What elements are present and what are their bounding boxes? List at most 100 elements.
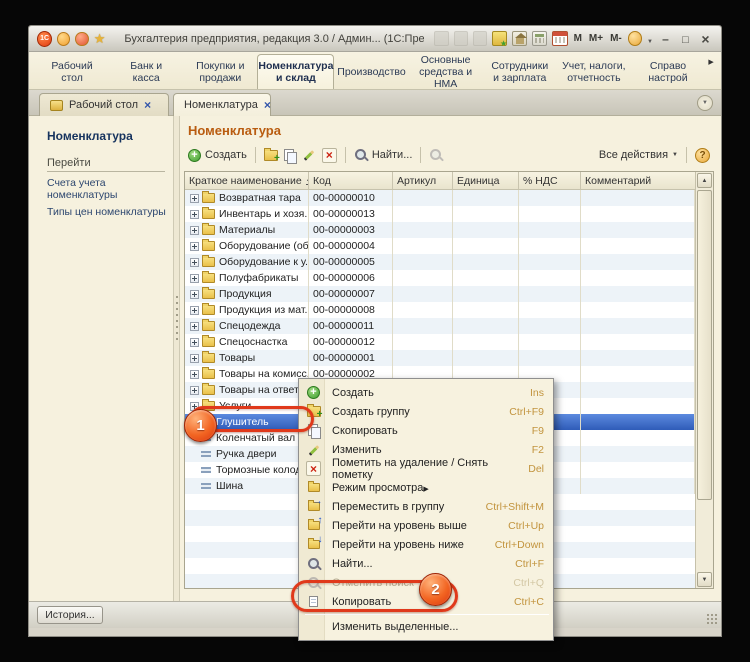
expand-icon[interactable] [190,354,199,363]
table-row[interactable]: Спецоснастка00-00000012 [185,334,695,350]
table-row[interactable]: Полуфабрикаты00-00000006 [185,270,695,286]
menu-item-level-down[interactable]: ↓Перейти на уровень нижеCtrl+Down [300,535,552,554]
menu-item-copy-new[interactable]: СкопироватьF9 [300,421,552,440]
menu-item-create-group[interactable]: Создать группуCtrl+F9 [300,402,552,421]
menu-item-view-mode[interactable]: Режим просмотра [300,478,552,497]
close-tab-icon[interactable] [264,98,271,112]
column-header-unit[interactable]: Единица [453,172,519,189]
table-row[interactable]: Продукция00-00000007 [185,286,695,302]
tab-nomenclature-warehouse[interactable]: Номенклатура и склад [257,54,334,89]
expand-icon[interactable] [190,242,199,251]
doctab-desktop[interactable]: Рабочий стол [39,93,169,116]
tab-bank[interactable]: Банк и касса [109,54,183,89]
memory-mplus-button[interactable]: M+ [588,33,604,44]
1c-logo-icon[interactable]: 1С [37,31,52,47]
copy-icon[interactable] [284,149,296,162]
table-header: Краткое наименование Код Артикул Единица… [185,172,695,190]
folder-icon [202,353,215,363]
alerts-icon[interactable] [75,32,88,46]
menu-shortcut: Del [528,463,544,475]
table-row[interactable]: Продукция из мат...00-00000008 [185,302,695,318]
sidebar-link-accounts[interactable]: Счета учета номенклатуры [47,177,172,201]
sidebar-link-price-types[interactable]: Типы цен номенклатуры [47,206,172,218]
scroll-thumb[interactable] [697,190,712,500]
expand-icon[interactable] [190,210,199,219]
menu-item-edit-selected[interactable]: Изменить выделенные... [300,617,552,636]
expand-icon[interactable] [190,306,199,315]
menu-item-create[interactable]: СоздатьIns [300,383,552,402]
menu-item-level-up[interactable]: ↑Перейти на уровень вышеCtrl+Up [300,516,552,535]
all-actions-button[interactable]: Все действия [599,149,678,161]
scroll-up-icon[interactable] [697,173,712,188]
table-row[interactable]: Спецодежда00-00000011 [185,318,695,334]
maximize-button[interactable] [678,32,693,46]
service-icon[interactable] [57,32,70,46]
info-icon[interactable] [628,31,642,46]
expand-icon[interactable] [190,338,199,347]
expand-icon[interactable] [190,258,199,267]
info-dropdown-icon[interactable] [647,30,653,48]
menu-item-move-to-group[interactable]: →Переместить в группуCtrl+Shift+M [300,497,552,516]
tab-references[interactable]: Справо настрой [631,54,705,89]
row-name: Коленчатый вал [216,432,295,444]
tab-production[interactable]: Производство [334,54,408,89]
column-header-vat[interactable]: % НДС [519,172,581,189]
table-row[interactable]: Оборудование (об...00-00000004 [185,238,695,254]
expand-icon[interactable] [190,290,199,299]
favorites-folder-icon[interactable] [492,31,507,46]
column-header-code[interactable]: Код [309,172,393,189]
menu-item-find[interactable]: Найти...Ctrl+F [300,554,552,573]
menu-label: Пометить на удаление / Снять пометку [332,457,528,481]
expand-icon[interactable] [190,386,199,395]
table-row[interactable]: Инвентарь и хозя...00-00000013 [185,206,695,222]
calendar-icon[interactable] [552,31,567,46]
close-button[interactable] [698,31,713,47]
folder-icon [202,209,215,219]
tab-employees[interactable]: Сотрудники и зарплата [483,54,557,89]
expand-icon[interactable] [190,274,199,283]
edit-icon[interactable] [302,148,316,162]
table-row[interactable]: Материалы00-00000003 [185,222,695,238]
table-row[interactable]: Товары00-00000001 [185,350,695,366]
doctab-nomenclature[interactable]: Номенклатура [173,93,271,116]
table-row[interactable]: Возвратная тара00-00000010 [185,190,695,206]
tab-desktop[interactable]: Рабочий стол [35,54,109,89]
annotation-step-2: 2 [419,573,452,606]
create-button[interactable]: Создать [188,149,247,162]
row-name: Шина [216,480,243,492]
create-group-icon[interactable] [264,150,278,161]
calculator-icon[interactable] [532,31,547,46]
menu-label: Перейти на уровень ниже [332,539,464,551]
close-tab-icon[interactable] [144,98,151,112]
find-button[interactable]: Найти... [354,148,413,162]
column-header-comment[interactable]: Комментарий [581,172,695,189]
column-header-article[interactable]: Артикул [393,172,453,189]
tab-list-dropdown-icon[interactable] [697,95,713,111]
memory-m-button[interactable]: M [573,33,583,44]
expand-icon[interactable] [190,226,199,235]
table-row[interactable]: Оборудование к у...00-00000005 [185,254,695,270]
history-button[interactable]: История... [37,606,103,624]
help-icon[interactable] [695,148,710,163]
expand-icon[interactable] [190,322,199,331]
tab-overflow-icon[interactable] [705,54,717,89]
menu-label: Изменить выделенные... [332,621,458,633]
expand-icon[interactable] [190,370,199,379]
delete-mark-icon[interactable] [322,148,337,163]
tab-accounting[interactable]: Учет, налоги, отчетность [557,54,631,89]
resize-grip[interactable] [706,613,718,625]
scroll-down-icon[interactable] [697,572,712,587]
home-icon[interactable] [512,31,527,46]
menu-item-delete-mark[interactable]: Пометить на удаление / Снять пометкуDel [300,459,552,478]
memory-mminus-button[interactable]: M- [609,33,623,44]
row-name: Полуфабрикаты [219,272,298,284]
minimize-button[interactable] [658,32,673,46]
vertical-scrollbar[interactable] [695,172,713,588]
expand-icon[interactable] [190,194,199,203]
row-name: Оборудование к у... [219,256,309,268]
column-header-name[interactable]: Краткое наименование [185,172,309,189]
sidebar-section-label: Перейти [47,157,165,172]
tab-fixed-assets[interactable]: Основные средства и НМА [409,54,483,89]
favorites-star-icon[interactable] [94,30,106,48]
tab-purchases[interactable]: Покупки и продажи [183,54,257,89]
